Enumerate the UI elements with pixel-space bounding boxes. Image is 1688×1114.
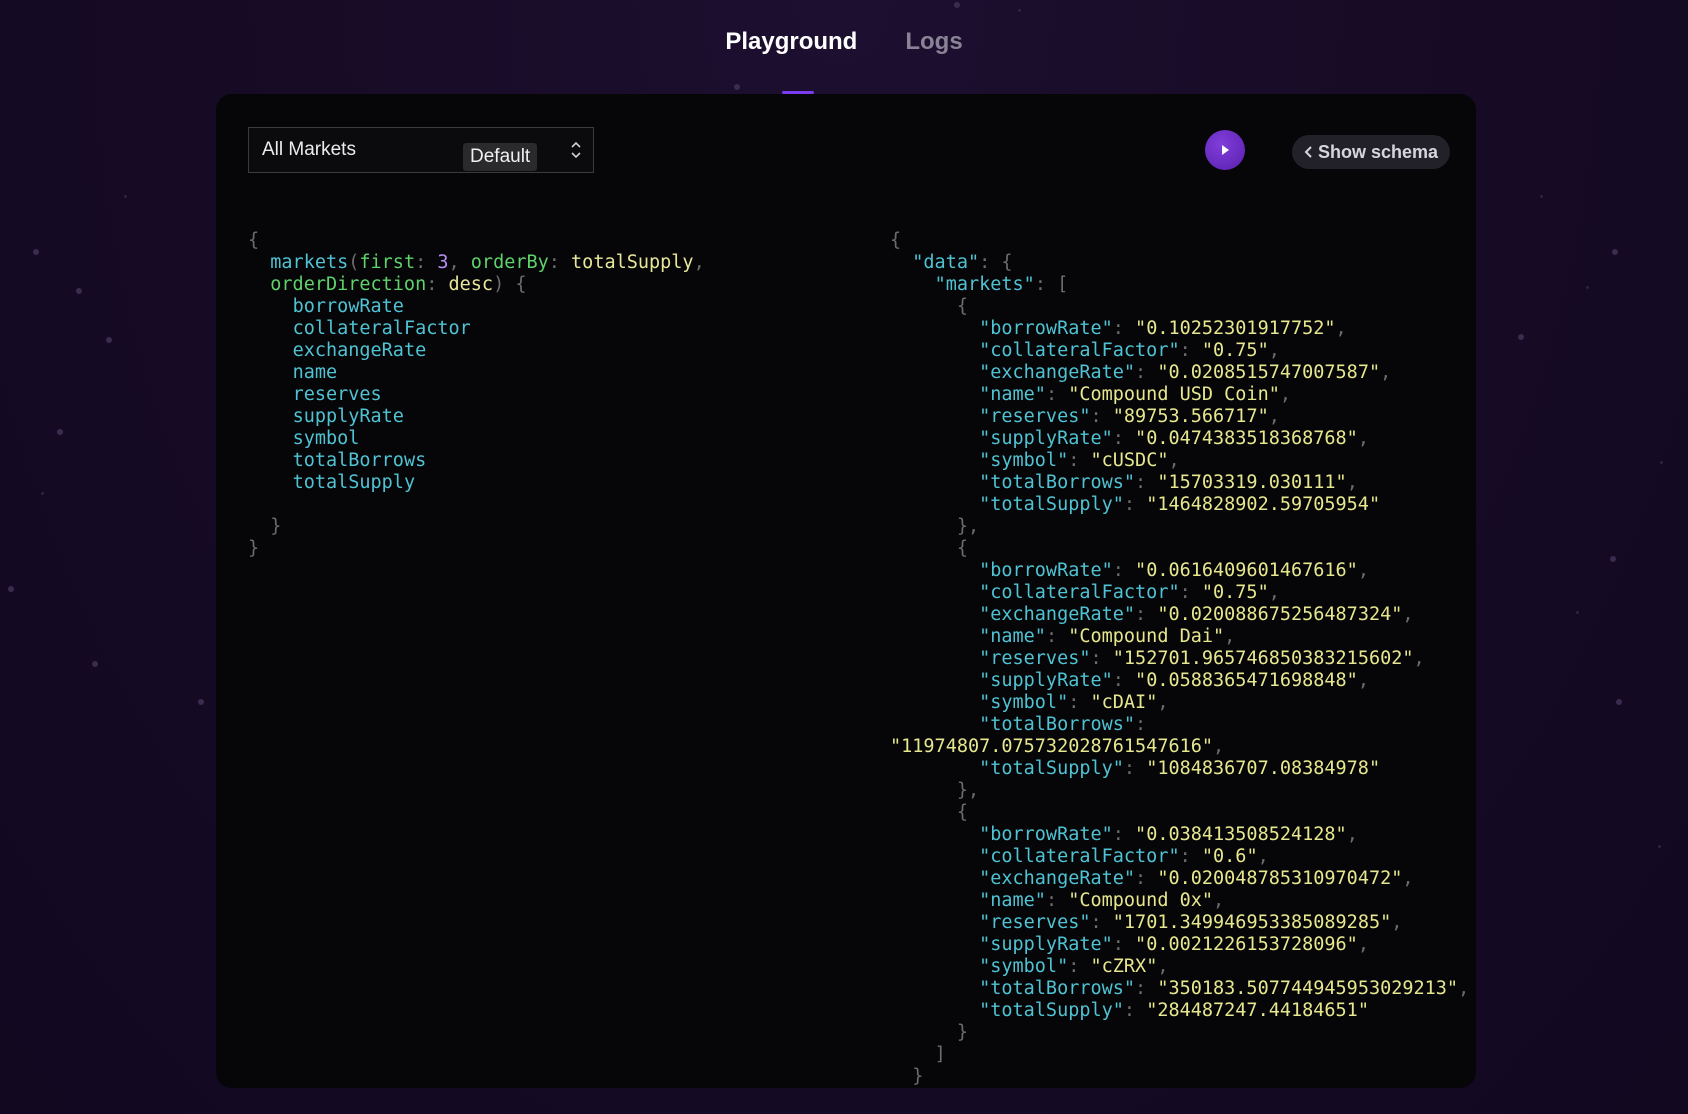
result-value: 284487247.44184651 bbox=[1157, 1000, 1358, 1021]
result-value: 0.0588365471698848 bbox=[1146, 670, 1347, 691]
result-value: 0.75 bbox=[1213, 582, 1258, 603]
query-field: reserves bbox=[292, 384, 382, 405]
result-value: 0.020048785310970472 bbox=[1168, 868, 1392, 889]
star bbox=[57, 429, 63, 435]
star bbox=[734, 84, 740, 90]
result-value: Compound USD Coin bbox=[1079, 384, 1269, 405]
query-field: symbol bbox=[292, 428, 360, 449]
star bbox=[106, 337, 112, 343]
query-selector-label: All Markets bbox=[262, 139, 356, 160]
star bbox=[1518, 334, 1524, 340]
result-value: cZRX bbox=[1101, 956, 1147, 977]
data-key: data bbox=[923, 252, 968, 273]
star bbox=[124, 195, 127, 198]
result-value: 1084836707.08384978 bbox=[1157, 758, 1369, 779]
result-value: 350183.507744945953029213 bbox=[1168, 978, 1447, 999]
query-editor[interactable]: { markets(first: 3, orderBy: totalSupply… bbox=[248, 230, 705, 560]
star bbox=[1018, 9, 1021, 12]
query-arg-value: totalSupply bbox=[571, 252, 694, 273]
tab-logs[interactable]: Logs bbox=[905, 28, 962, 64]
tab-playground[interactable]: Playground bbox=[725, 28, 857, 64]
markets-key: markets bbox=[945, 274, 1024, 295]
result-viewer: { "data": { "markets": [ { "borrowRate":… bbox=[890, 230, 1470, 1087]
star bbox=[8, 586, 14, 592]
star bbox=[1658, 845, 1661, 848]
result-value: 0.10252301917752 bbox=[1146, 318, 1325, 339]
result-value: 89753.566717 bbox=[1123, 406, 1258, 427]
query-field: supplyRate bbox=[292, 406, 404, 427]
result-value: Compound Dai bbox=[1079, 626, 1214, 647]
query-field: exchangeRate bbox=[292, 340, 427, 361]
play-icon bbox=[1222, 145, 1229, 155]
query-field: collateralFactor bbox=[292, 318, 471, 339]
query-field: totalSupply bbox=[292, 472, 416, 493]
star bbox=[33, 249, 39, 255]
query-arg-name: orderBy bbox=[470, 252, 549, 273]
star bbox=[1540, 195, 1543, 198]
result-value: 0.0208515747007587 bbox=[1168, 362, 1369, 383]
star bbox=[954, 2, 960, 8]
result-value: 0.0474383518368768 bbox=[1146, 428, 1347, 449]
query-field: name bbox=[292, 362, 338, 383]
result-value: 0.020088675256487324 bbox=[1168, 604, 1392, 625]
result-value: 152701.965746850383215602 bbox=[1123, 648, 1403, 669]
query-field: borrowRate bbox=[292, 296, 404, 317]
star bbox=[1660, 461, 1663, 464]
show-schema-button[interactable]: Show schema bbox=[1292, 135, 1450, 169]
result-value: cUSDC bbox=[1101, 450, 1158, 471]
star bbox=[1576, 611, 1579, 614]
star bbox=[76, 288, 82, 294]
query-arg-name: orderDirection bbox=[270, 274, 427, 295]
chevron-left-icon bbox=[1304, 146, 1312, 158]
result-value: 1701.349946953385089285 bbox=[1123, 912, 1381, 933]
chevron-up-down-icon bbox=[571, 141, 581, 159]
star bbox=[1612, 249, 1618, 255]
result-value: 1464828902.59705954 bbox=[1157, 494, 1369, 515]
star bbox=[1616, 699, 1622, 705]
result-value: Compound 0x bbox=[1079, 890, 1202, 911]
query-arg-value: 3 bbox=[437, 252, 449, 273]
run-query-button[interactable] bbox=[1205, 130, 1245, 170]
star bbox=[41, 492, 44, 495]
query-arg-name: first bbox=[359, 252, 416, 273]
query-root: markets bbox=[270, 252, 349, 273]
result-value: 0.0021226153728096 bbox=[1146, 934, 1347, 955]
result-value: 11974807.075732028761547616 bbox=[901, 736, 1202, 757]
result-value: 0.038413508524128 bbox=[1146, 824, 1336, 845]
result-value: 0.6 bbox=[1213, 846, 1247, 867]
result-value: 0.0616409601467616 bbox=[1146, 560, 1347, 581]
query-arg-value: desc bbox=[448, 274, 494, 295]
show-schema-label: Show schema bbox=[1317, 141, 1439, 162]
result-value: 15703319.030111 bbox=[1168, 472, 1336, 493]
star bbox=[1586, 286, 1589, 289]
star bbox=[198, 699, 204, 705]
tab-bar: Playground Logs bbox=[0, 28, 1688, 64]
query-field: totalBorrows bbox=[292, 450, 427, 471]
query-selector[interactable]: All Markets Default bbox=[248, 127, 594, 173]
star bbox=[1610, 556, 1616, 562]
result-value: 0.75 bbox=[1213, 340, 1258, 361]
playground-panel: All Markets Default Show schema { market… bbox=[216, 94, 1476, 1088]
star bbox=[92, 661, 98, 667]
result-value: cDAI bbox=[1101, 692, 1147, 713]
default-badge: Default bbox=[463, 143, 538, 171]
